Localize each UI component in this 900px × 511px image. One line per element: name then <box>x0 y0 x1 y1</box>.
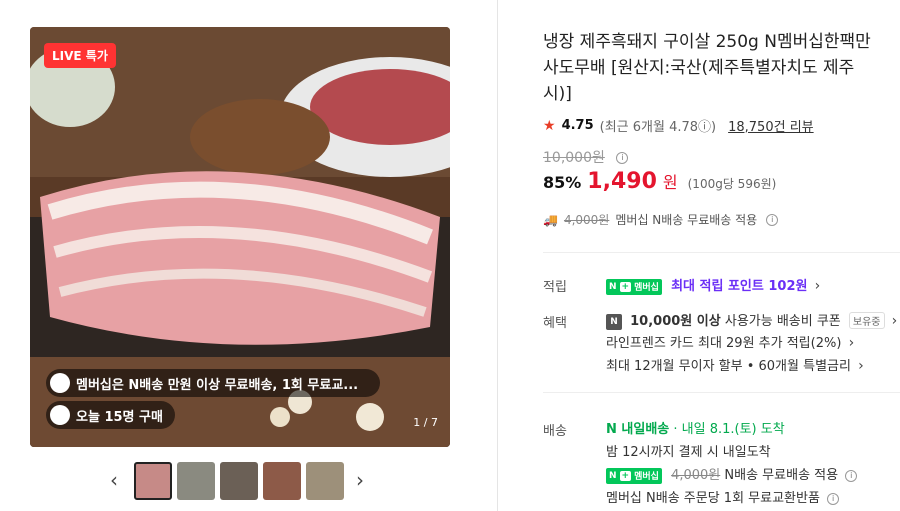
product-main-image[interactable]: LIVE 특가 N 멤버십은 N배송 만원 이상 무료배송, 1회 무료교...… <box>30 27 450 447</box>
tomorrow-delivery-brand: N 내일배송 <box>606 422 670 437</box>
live-deal-badge: LIVE 특가 <box>44 43 116 68</box>
delivery-free-row: N + 멤버십 4,000원 N배송 무료배송 적용 i <box>606 464 858 484</box>
thumbnail-4[interactable] <box>263 462 301 500</box>
delivery-cutoff: 밤 12시까지 결제 시 내일도착 <box>606 445 771 460</box>
rating-score: 4.75 <box>561 118 594 133</box>
coupon-owned-tag: 보유중 <box>848 312 885 329</box>
info-icon[interactable]: i <box>766 213 779 226</box>
points-label: 적립 <box>543 280 567 295</box>
membership-banner-pill[interactable]: N 멤버십은 N배송 만원 이상 무료배송, 1회 무료교... <box>46 369 380 397</box>
installment-row[interactable]: 최대 12개월 무이자 할부 • 60개월 특별금리 › <box>606 355 864 374</box>
sale-price-unit: 원 <box>662 173 678 192</box>
original-price: 10,000원 <box>543 150 605 166</box>
info-icon[interactable]: i <box>845 469 858 482</box>
membership-badge: N + 멤버십 <box>606 467 662 484</box>
purchase-count-text: 오늘 15명 구매 <box>76 409 163 425</box>
points-row[interactable]: N + 멤버십 최대 적립 포인트 102원 › <box>606 275 820 295</box>
truck-icon: 🚚 <box>543 212 558 227</box>
coupon-icon: N <box>606 313 622 330</box>
exchange-row: 멤버십 N배송 주문당 1회 무료교환반품 i <box>606 487 840 506</box>
chevron-right-icon: › <box>848 335 855 351</box>
shipping-fee-row: 🚚 4,000원 멤버십 N배송 무료배송 적용 i <box>543 211 779 228</box>
section-divider <box>543 252 900 253</box>
chevron-right-icon: › <box>891 313 898 329</box>
card-points-row[interactable]: 라인프렌즈 카드 최대 29원 추가 적립(2%) › <box>606 332 854 351</box>
exchange-text: 멤버십 N배송 주문당 1회 무료교환반품 <box>606 491 820 506</box>
delivery-fee-struck: 4,000원 <box>671 468 721 483</box>
purchase-count-pill: 🛍 오늘 15명 구매 <box>46 401 175 429</box>
coupon-text: 사용가능 배송비 쿠폰 <box>724 314 841 329</box>
thumbnail-1[interactable] <box>134 462 172 500</box>
coupon-row[interactable]: N 10,000원 이상 사용가능 배송비 쿠폰 보유중 › <box>606 310 897 330</box>
chevron-right-icon[interactable]: › <box>356 468 364 492</box>
max-points-text: 최대 적립 포인트 102원 <box>671 279 808 294</box>
price-row: 85% 1,490 원 (100g당 596원) <box>543 169 776 194</box>
shipping-fee-text: 멤버십 N배송 무료배송 적용 <box>615 213 758 227</box>
review-count-link[interactable]: 18,750건 리뷰 <box>728 116 814 135</box>
shopping-bag-icon: 🛍 <box>50 405 70 425</box>
column-divider <box>497 0 498 511</box>
membership-n-icon: N <box>50 373 70 393</box>
coupon-threshold: 10,000원 이상 <box>630 314 721 329</box>
discount-rate: 85% <box>543 173 582 192</box>
delivery-free-text: N배송 무료배송 적용 <box>724 468 839 483</box>
thumbnail-5[interactable] <box>306 462 344 500</box>
card-points-text: 라인프렌즈 카드 최대 29원 추가 적립(2%) <box>606 336 842 351</box>
rating-row: ★ 4.75 (최근 6개월 4.78ⓘ) 18,750건 리뷰 <box>543 116 814 136</box>
star-icon: ★ <box>543 117 556 134</box>
delivery-date: · 내일 8.1.(토) 도착 <box>673 422 785 437</box>
product-title: 냉장 제주흑돼지 구이살 250g N멤버십한팩만사도무배 [원산지:국산(제주… <box>543 32 871 104</box>
shipping-fee-struck: 4,000원 <box>563 213 610 227</box>
rating-recent[interactable]: (최근 6개월 4.78ⓘ) <box>600 116 716 135</box>
info-icon[interactable]: i <box>616 152 629 164</box>
delivery-row: N 내일배송 · 내일 8.1.(토) 도착 <box>606 418 785 437</box>
thumbnail-2[interactable] <box>177 462 215 500</box>
membership-badge: N + 멤버십 <box>606 278 662 295</box>
thumbnail-3[interactable] <box>220 462 258 500</box>
installment-text: 최대 12개월 무이자 할부 • 60개월 특별금리 <box>606 359 851 374</box>
delivery-label: 배송 <box>543 424 567 439</box>
membership-banner-text: 멤버십은 N배송 만원 이상 무료배송, 1회 무료교... <box>76 377 359 393</box>
chevron-right-icon: › <box>814 278 821 294</box>
image-pager: 1 / 7 <box>413 416 438 429</box>
original-price-row: 10,000원 i <box>543 147 629 167</box>
benefits-label: 혜택 <box>543 316 567 331</box>
chevron-right-icon: › <box>858 358 864 374</box>
section-divider <box>543 392 900 393</box>
chevron-left-icon[interactable]: ‹ <box>110 468 118 492</box>
thumbnail-strip <box>134 460 344 502</box>
info-icon[interactable]: i <box>827 492 840 505</box>
sale-price: 1,490 <box>587 169 657 194</box>
unit-price: (100g당 596원) <box>687 177 777 191</box>
